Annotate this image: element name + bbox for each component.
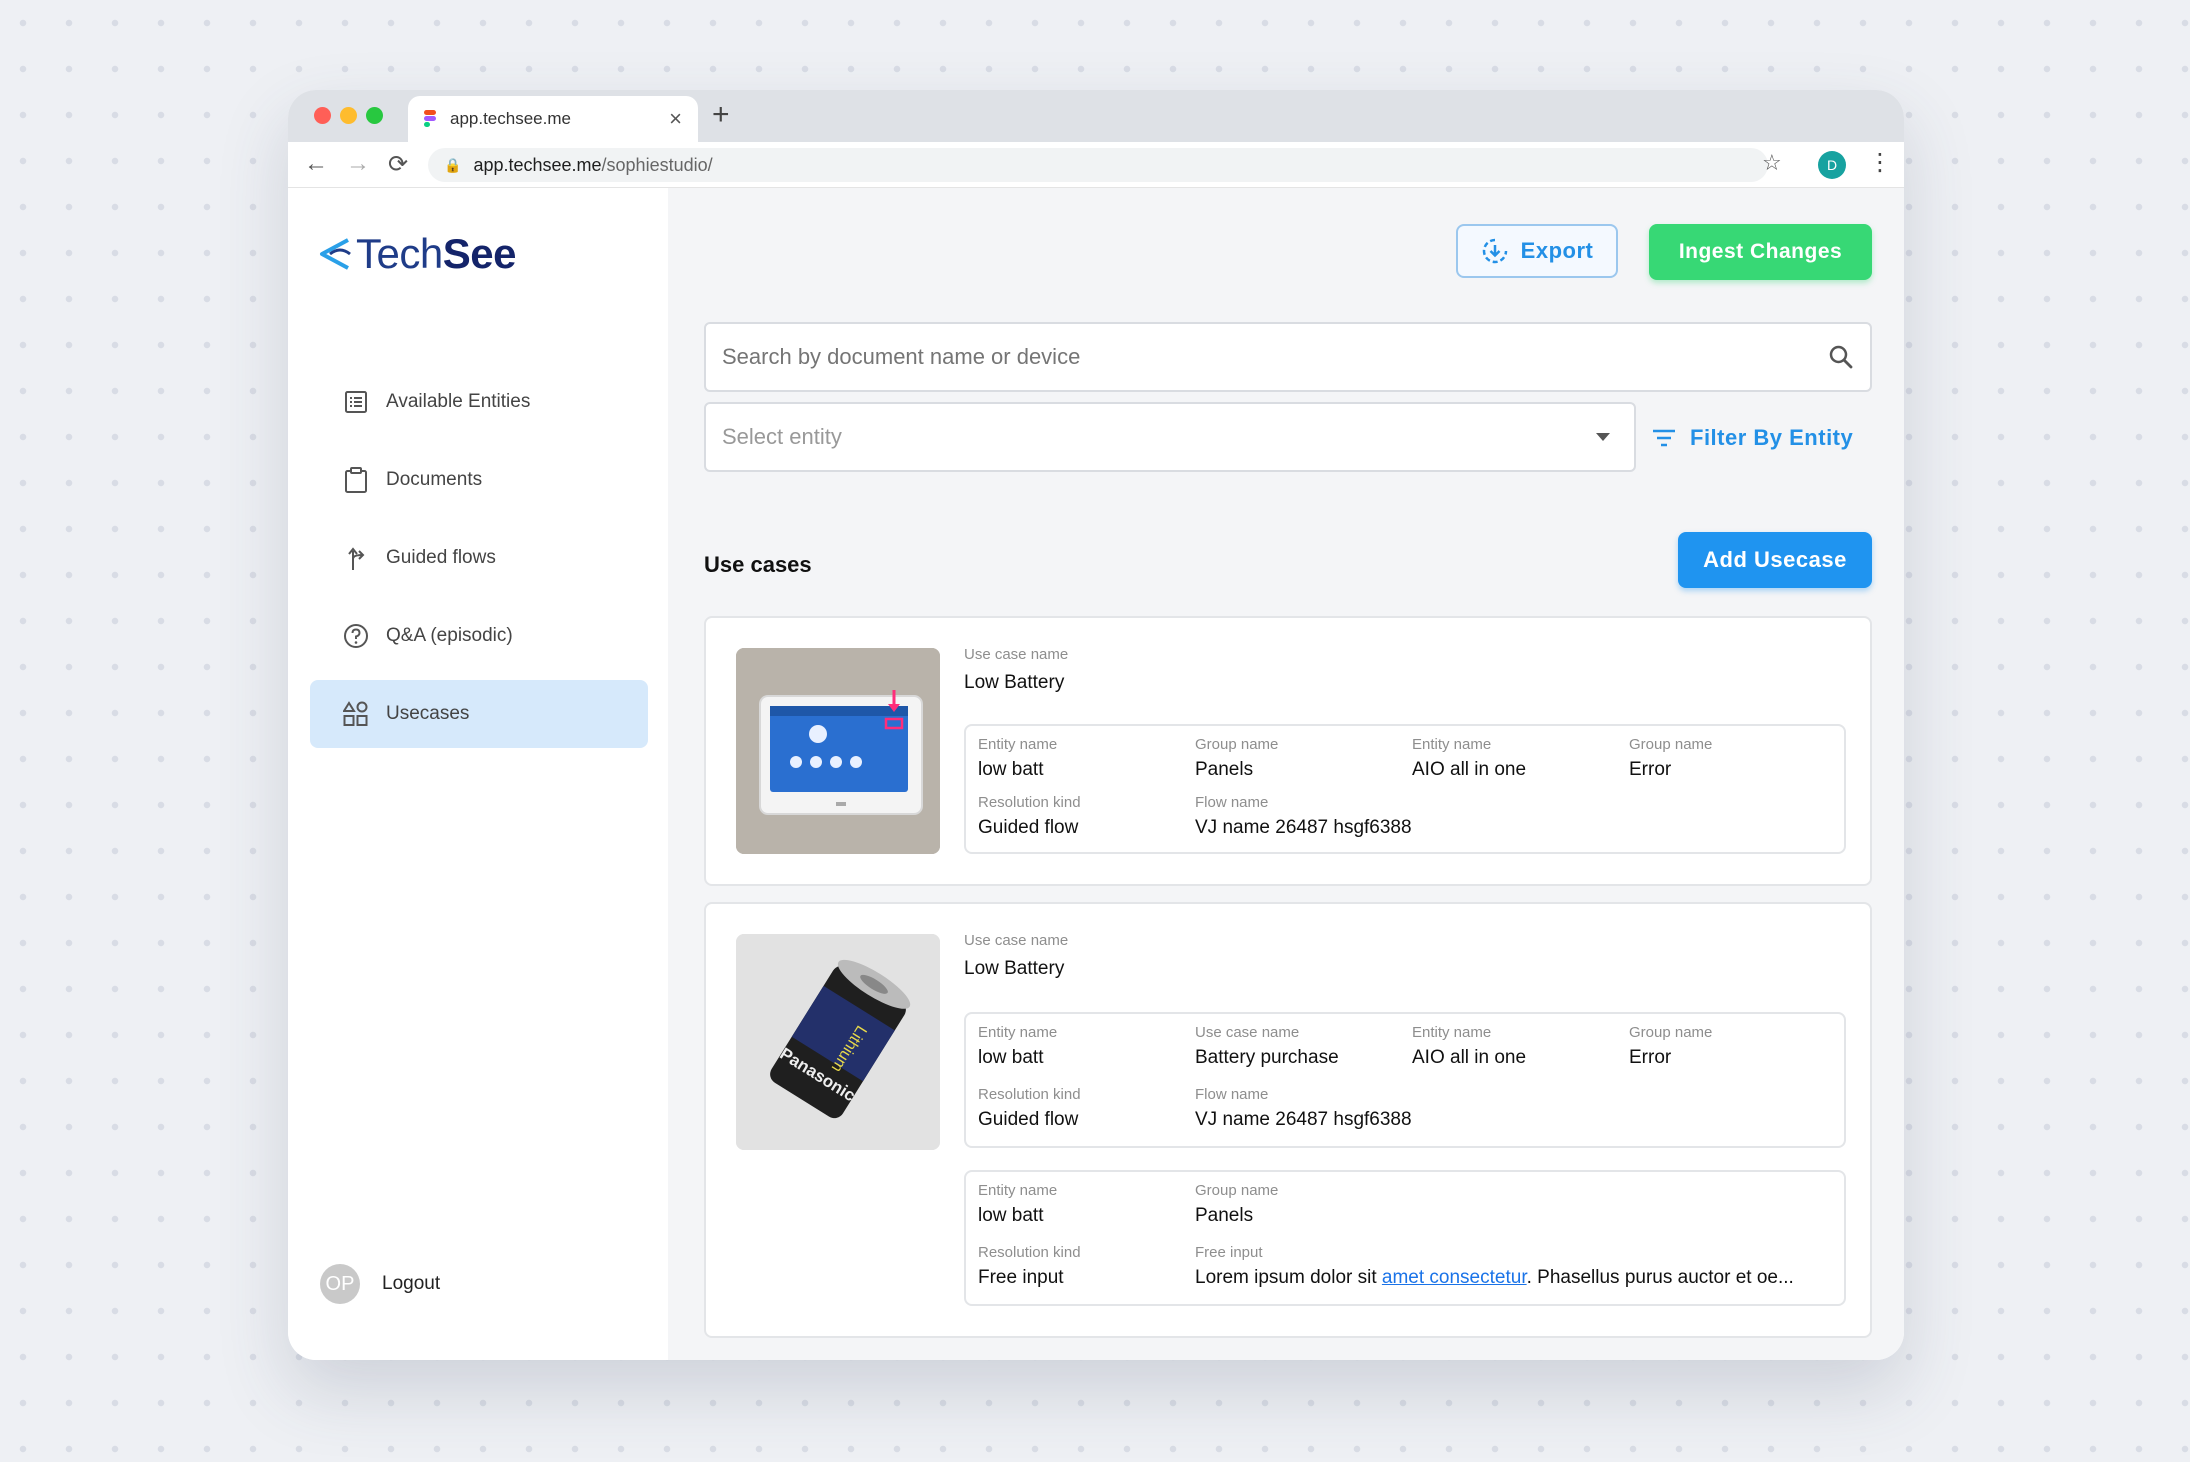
detail-field: Resolution kind Free input bbox=[978, 1244, 1081, 1288]
filter-by-entity-button[interactable]: Filter By Entity bbox=[1652, 416, 1853, 460]
usecase-name-label: Use case name bbox=[964, 646, 1069, 663]
detail-field: Flow name VJ name 26487 hsgf6388 bbox=[1195, 1086, 1412, 1130]
usecase-name-label: Use case name bbox=[964, 932, 1069, 949]
detail-field: Resolution kind Guided flow bbox=[978, 1086, 1081, 1130]
detail-field: Group name Panels bbox=[1195, 1182, 1279, 1226]
search-field[interactable] bbox=[704, 322, 1872, 392]
usecase-name-value: Low Battery bbox=[964, 958, 1065, 979]
detail-field: Entity name low batt bbox=[978, 1182, 1058, 1226]
alarm-panel-thumbnail bbox=[736, 648, 940, 854]
detail-field: Entity name low batt bbox=[978, 736, 1058, 780]
usecase-detail-box[interactable]: Entity name low batt Group name Panels E… bbox=[964, 724, 1846, 854]
figma-favicon-icon bbox=[424, 110, 436, 128]
logout-area[interactable]: OP Logout bbox=[320, 1264, 440, 1304]
lock-icon: 🔒 bbox=[444, 156, 462, 173]
browser-addressbar: ← → ⟳ 🔒 app.techsee.me/sophiestudio/ ☆ D… bbox=[288, 142, 1904, 188]
question-icon bbox=[342, 622, 370, 650]
tab-title: app.techsee.me bbox=[450, 109, 571, 128]
back-arrow-icon[interactable]: ← bbox=[304, 150, 328, 178]
filter-icon bbox=[1653, 429, 1675, 447]
battery-thumbnail: Lithium Panasonic bbox=[736, 934, 940, 1150]
bookmark-star-icon[interactable]: ☆ bbox=[1762, 150, 1782, 176]
close-window-button[interactable] bbox=[314, 107, 331, 124]
eye-logo-icon bbox=[320, 238, 351, 270]
ingest-changes-button[interactable]: Ingest Changes bbox=[1649, 224, 1872, 280]
sidebar-item-documents[interactable]: Documents bbox=[310, 446, 648, 514]
sidebar-item-available-entities[interactable]: Available Entities bbox=[310, 368, 648, 436]
chevron-down-icon[interactable] bbox=[1596, 433, 1610, 441]
free-input-text-tail: . Phasellus purus auctor et oe... bbox=[1526, 1267, 1794, 1288]
detail-field: Group name Error bbox=[1629, 1024, 1713, 1068]
usecase-name-value: Low Battery bbox=[964, 672, 1065, 693]
add-usecase-button[interactable]: Add Usecase bbox=[1678, 532, 1872, 588]
browser-tab[interactable]: app.techsee.me × bbox=[408, 96, 698, 142]
url-path: /sophiestudio/ bbox=[601, 154, 713, 175]
detail-field: Use case name Battery purchase bbox=[1195, 1024, 1339, 1068]
usecase-detail-box[interactable]: Entity name low batt Use case name Batte… bbox=[964, 1012, 1846, 1148]
sidebar-item-label: Q&A (episodic) bbox=[386, 625, 513, 646]
browser-tabbar: app.techsee.me × + bbox=[288, 90, 1904, 142]
logo-text-see: See bbox=[442, 230, 517, 277]
browser-menu-icon[interactable]: ⋮ bbox=[1868, 148, 1892, 177]
detail-field: Group name Error bbox=[1629, 736, 1713, 780]
minimize-window-button[interactable] bbox=[340, 107, 357, 124]
filter-label: Filter By Entity bbox=[1690, 425, 1854, 450]
main-content: Export Ingest Changes Select entity Filt… bbox=[668, 188, 1904, 1360]
maximize-window-button[interactable] bbox=[366, 107, 383, 124]
export-button[interactable]: Export bbox=[1456, 224, 1618, 278]
new-tab-button[interactable]: + bbox=[712, 98, 730, 132]
tab-close-icon[interactable]: × bbox=[669, 106, 682, 132]
sidebar-item-guided-flows[interactable]: Guided flows bbox=[310, 524, 648, 592]
detail-field: Entity name low batt bbox=[978, 1024, 1058, 1068]
detail-field: Free input Lorem ipsum dolor sit amet co… bbox=[1195, 1244, 1794, 1288]
url-domain: app.techsee.me bbox=[473, 154, 602, 175]
usecase-detail-box[interactable]: Entity name low batt Group name Panels R… bbox=[964, 1170, 1846, 1306]
export-download-icon bbox=[1482, 238, 1507, 264]
sidebar-item-qa-episodic[interactable]: Q&A (episodic) bbox=[310, 602, 648, 670]
user-avatar: OP bbox=[320, 1264, 360, 1304]
export-label: Export bbox=[1520, 238, 1594, 263]
entity-select-placeholder: Select entity bbox=[722, 424, 842, 449]
entity-select[interactable]: Select entity bbox=[704, 402, 1636, 472]
search-icon[interactable] bbox=[1828, 344, 1854, 370]
detail-field: Entity name AIO all in one bbox=[1412, 1024, 1527, 1068]
url-field[interactable]: 🔒 app.techsee.me/sophiestudio/ bbox=[428, 148, 1768, 182]
shapes-icon bbox=[342, 700, 370, 728]
usecase-card[interactable]: Lithium Panasonic Use case name Low Batt… bbox=[704, 902, 1872, 1338]
browser-window: app.techsee.me × + ← → ⟳ 🔒 app.techsee.m… bbox=[288, 90, 1904, 1360]
sidebar-item-usecases[interactable]: Usecases bbox=[310, 680, 648, 748]
sidebar-item-label: Usecases bbox=[386, 703, 470, 724]
logout-button[interactable]: Logout bbox=[382, 1273, 440, 1295]
detail-field: Entity name AIO all in one bbox=[1412, 736, 1527, 780]
detail-field: Flow name VJ name 26487 hsgf6388 bbox=[1195, 794, 1412, 838]
search-input[interactable] bbox=[722, 344, 1828, 370]
profile-avatar[interactable]: D bbox=[1818, 151, 1846, 179]
sidebar-item-label: Documents bbox=[386, 469, 483, 490]
use-cases-title: Use cases bbox=[704, 552, 812, 577]
sidebar: TechSee Available Entities Documents Gui… bbox=[288, 188, 668, 1360]
list-icon bbox=[342, 388, 370, 416]
free-input-link[interactable]: amet consectetur bbox=[1382, 1267, 1527, 1288]
techsee-logo[interactable]: TechSee bbox=[316, 230, 516, 278]
sidebar-item-label: Guided flows bbox=[386, 547, 496, 568]
detail-field: Resolution kind Guided flow bbox=[978, 794, 1081, 838]
clipboard-icon bbox=[342, 466, 370, 494]
detail-field: Group name Panels bbox=[1195, 736, 1279, 780]
usecase-card[interactable]: Use case name Low Battery Entity name lo… bbox=[704, 616, 1872, 886]
logo-text-tech: Tech bbox=[356, 230, 443, 277]
sidebar-item-label: Available Entities bbox=[386, 391, 531, 412]
free-input-text: Lorem ipsum dolor sit bbox=[1195, 1267, 1382, 1288]
sidebar-menu: Available Entities Documents Guided flow… bbox=[310, 368, 648, 758]
forward-arrow-icon[interactable]: → bbox=[346, 150, 370, 178]
flow-icon bbox=[342, 544, 370, 572]
reload-icon[interactable]: ⟳ bbox=[388, 150, 408, 179]
